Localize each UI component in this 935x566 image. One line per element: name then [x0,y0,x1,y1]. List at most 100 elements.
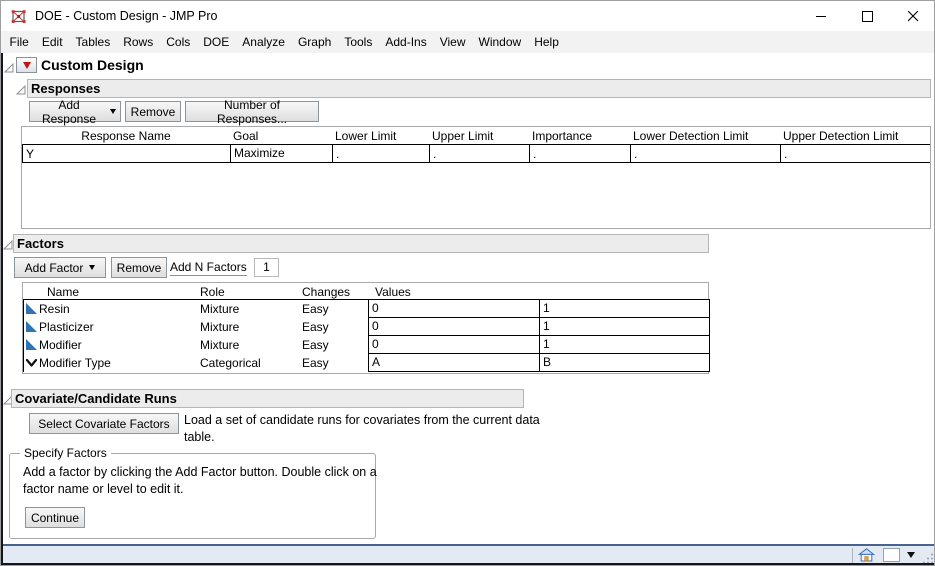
close-button[interactable] [890,1,934,31]
factor-role-cell[interactable]: Categorical [200,356,261,370]
menu-item-doe[interactable]: DOE [197,31,236,53]
menu-item-window[interactable]: Window [472,31,528,53]
factor-changes-cell[interactable]: Easy [302,320,329,334]
title-bar: DOE - Custom Design - JMP Pro [1,1,934,31]
menu-item-tools[interactable]: Tools [338,31,379,53]
menu-item-view[interactable]: View [433,31,472,53]
covariate-description: Load a set of candidate runs for covaria… [184,412,540,445]
factor-changes-cell[interactable]: Easy [302,302,329,316]
upper-limit-cell[interactable]: . [433,147,436,161]
factor-changes-cell[interactable]: Easy [302,338,329,352]
cell-divider [780,145,781,162]
status-toggle-box[interactable] [883,548,900,562]
jmp-window: DOE - Custom Design - JMP Pro File Edit … [0,0,935,566]
col-header-values: Values [375,285,411,299]
add-factor-label: Add Factor [24,260,84,275]
covariate-description-line1: Load a set of candidate runs for covaria… [184,413,540,427]
factor-name-cell[interactable]: Plasticizer [39,320,94,334]
specify-factors-instruction-line2: factor name or level to edit it. [23,482,184,496]
factor-role-cell[interactable]: Mixture [200,320,239,334]
responses-section-header[interactable]: Responses [27,79,931,98]
add-factor-button[interactable]: Add Factor [14,257,106,278]
menu-item-help[interactable]: Help [528,31,566,53]
maximize-button[interactable] [844,1,890,31]
select-covariate-factors-label: Select Covariate Factors [38,416,170,431]
specify-factors-legend: Specify Factors [20,446,111,460]
col-header-upper-limit: Upper Limit [432,129,494,143]
status-separator [852,548,853,563]
cell-divider [529,145,530,162]
remove-factor-label: Remove [116,260,162,275]
cell-divider [429,145,430,162]
menu-item-rows[interactable]: Rows [117,31,160,53]
minimize-button[interactable] [798,1,844,31]
menu-item-addins[interactable]: Add-Ins [379,31,433,53]
covariate-section-header[interactable]: Covariate/Candidate Runs [11,389,524,408]
remove-response-button[interactable]: Remove [125,101,181,122]
remove-factor-button[interactable]: Remove [111,257,167,278]
add-response-label: Add Response [41,97,97,126]
chevron-down-icon [89,265,96,270]
factors-table: Name Role Changes Values Resin Mixture E… [22,282,710,374]
covariate-description-line2: table. [184,429,215,444]
factors-disclosure-icon[interactable] [2,237,13,250]
factor-low-value-cell[interactable]: 0 [368,299,540,318]
row-left-border [22,145,23,163]
factor-high-value-cell[interactable]: 1 [539,335,710,354]
red-triangle-icon [22,61,31,69]
specify-factors-group: Specify Factors Add a factor by clicking… [9,446,377,539]
continue-button[interactable]: Continue [25,507,85,528]
lower-detection-limit-cell[interactable]: . [634,147,637,161]
col-header-goal: Goal [233,129,259,143]
factors-section-header[interactable]: Factors [13,234,709,253]
col-header-lower-detection-limit: Lower Detection Limit [633,129,749,143]
header-separator-line [22,144,930,145]
menu-item-graph[interactable]: Graph [291,31,337,53]
response-name-cell[interactable]: Y [26,147,34,161]
red-triangle-menu-button[interactable] [16,57,37,73]
continuous-factor-icon [25,338,38,356]
close-icon [907,10,918,21]
goal-cell[interactable]: Maximize [230,144,333,163]
menu-item-cols[interactable]: Cols [160,31,197,53]
menu-item-edit[interactable]: Edit [35,31,69,53]
menu-item-analyze[interactable]: Analyze [236,31,292,53]
menu-item-file[interactable]: File [3,31,35,53]
factor-low-value-cell[interactable]: A [368,353,540,372]
factor-low-value-cell[interactable]: 0 [368,317,540,336]
factor-name-cell[interactable]: Modifier Type [39,356,111,370]
factor-high-value-cell[interactable]: B [539,353,710,372]
window-title: DOE - Custom Design - JMP Pro [35,9,218,23]
responses-disclosure-icon[interactable] [15,82,26,95]
add-response-button[interactable]: Add Response [29,98,121,126]
importance-cell[interactable]: . [533,147,536,161]
factor-name-cell[interactable]: Resin [39,302,70,316]
number-of-responses-label: Number of Responses... [216,97,288,126]
rows-left-border [23,299,24,372]
factor-role-cell[interactable]: Mixture [200,302,239,316]
col-header-changes: Changes [302,285,351,299]
continuous-factor-icon [25,320,38,338]
number-of-responses-button[interactable]: Number of Responses... [185,98,319,126]
factor-high-value-cell[interactable]: 1 [539,317,710,336]
add-n-factors-input[interactable]: 1 [254,258,279,277]
app-icon [9,8,28,30]
factor-changes-cell[interactable]: Easy [302,356,329,370]
status-dropdown-icon[interactable] [907,552,915,558]
chevron-down-icon [110,109,116,114]
maximize-icon [861,10,873,22]
status-bar [1,544,934,564]
factor-role-cell[interactable]: Mixture [200,338,239,352]
lower-limit-cell[interactable]: . [336,147,339,161]
factor-low-value-cell[interactable]: 0 [368,335,540,354]
factor-name-cell[interactable]: Modifier [39,338,82,352]
factor-high-value-cell[interactable]: 1 [539,299,710,318]
col-header-lower-limit: Lower Limit [335,129,397,143]
custom-design-title: Custom Design [41,57,144,73]
menu-item-tables[interactable]: Tables [69,31,117,53]
select-covariate-factors-button[interactable]: Select Covariate Factors [29,413,179,434]
upper-detection-limit-cell[interactable]: . [784,147,787,161]
continuous-factor-icon [25,302,38,320]
custom-design-disclosure-icon[interactable] [3,60,14,73]
menu-bar: File Edit Tables Rows Cols DOE Analyze G… [1,31,934,53]
